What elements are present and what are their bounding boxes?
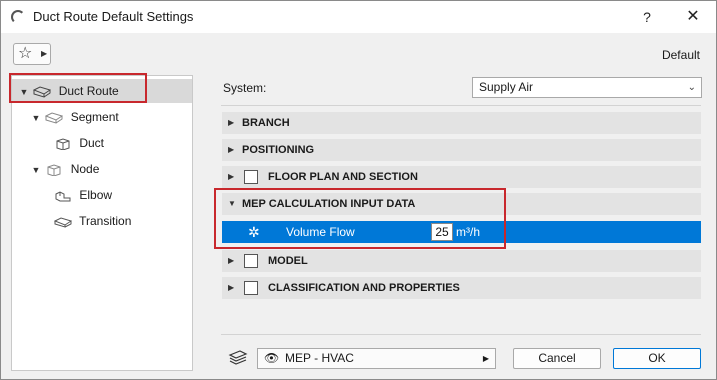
default-label: Default (661, 48, 700, 62)
divider (221, 105, 701, 106)
close-button[interactable]: ✕ (681, 6, 705, 28)
section-label: MEP CALCULATION INPUT DATA (242, 198, 416, 210)
param-label: Volume Flow (286, 225, 355, 239)
arrow-right-icon: ▶ (482, 354, 489, 363)
transition-icon (54, 217, 72, 228)
star-icon: ☆ (18, 45, 33, 62)
layers-icon (228, 350, 248, 365)
section-label: POSITIONING (242, 144, 315, 156)
volume-flow-input[interactable]: 25 (431, 223, 453, 241)
favorites-button[interactable]: ☆ ▶ (13, 43, 51, 65)
section-label: MODEL (268, 255, 308, 267)
triangle-down-icon: ▼ (228, 199, 236, 208)
section-model[interactable]: ▶ MODEL (222, 250, 701, 272)
section-classification[interactable]: ▶ CLASSIFICATION AND PROPERTIES (222, 277, 701, 299)
triangle-right-icon: ▶ (228, 283, 235, 292)
title-bar: Duct Route Default Settings ? ✕ (1, 1, 716, 33)
triangle-right-icon: ▶ (228, 172, 235, 181)
tree-item-duct[interactable]: Duct (54, 131, 104, 155)
chevron-down-icon: ▼ (31, 113, 41, 123)
dialog-window: Duct Route Default Settings ? ✕ ☆ ▶ Defa… (0, 0, 717, 380)
triangle-right-icon: ▶ (228, 145, 235, 154)
segment-icon (45, 112, 64, 124)
section-mep-calculation[interactable]: ▼ MEP CALCULATION INPUT DATA (222, 193, 701, 215)
classification-icon (244, 281, 258, 295)
tree-item-label: Transition (79, 214, 132, 228)
system-label: System: (223, 81, 267, 95)
section-label: CLASSIFICATION AND PROPERTIES (268, 282, 460, 294)
help-button[interactable]: ? (637, 7, 657, 27)
eye-icon: 👁 (264, 351, 280, 365)
triangle-right-icon: ▶ (228, 256, 235, 265)
layer-combination-label: MEP - HVAC (285, 351, 354, 365)
cancel-button[interactable]: Cancel (513, 348, 601, 369)
tree-item-elbow[interactable]: Elbow (54, 183, 112, 207)
divider (221, 334, 701, 335)
tree-item-label: Duct (79, 136, 105, 150)
elbow-icon (55, 191, 71, 202)
tree-item-segment[interactable]: ▼ Segment (30, 105, 119, 129)
app-icon (11, 10, 25, 24)
system-value: Supply Air (479, 80, 534, 94)
section-label: BRANCH (242, 117, 290, 129)
param-row-volume-flow[interactable]: ✲ Volume Flow 25 m³/h (222, 221, 701, 243)
arrow-right-icon: ▶ (41, 49, 48, 58)
tree-item-transition[interactable]: Transition (54, 209, 131, 233)
node-icon (47, 164, 61, 176)
window-title: Duct Route Default Settings (33, 9, 194, 24)
tree-item-label: Elbow (79, 188, 113, 202)
ok-button[interactable]: OK (613, 348, 701, 369)
settings-tree: ▼ Duct Route ▼ Segment Duct ▼ Node Elbow… (11, 75, 193, 371)
section-branch[interactable]: ▶ BRANCH (222, 112, 701, 134)
section-positioning[interactable]: ▶ POSITIONING (222, 139, 701, 161)
floor-plan-icon (244, 170, 258, 184)
tree-item-node[interactable]: ▼ Node (30, 157, 100, 181)
chevron-down-icon: ▼ (31, 165, 41, 175)
fan-icon: ✲ (248, 224, 260, 240)
section-floor-plan[interactable]: ▶ FLOOR PLAN AND SECTION (222, 166, 701, 188)
tree-item-label: Segment (70, 110, 119, 124)
chevron-down-icon: ⌄ (687, 82, 696, 93)
chevron-down-icon: ▼ (19, 87, 29, 97)
duct-route-icon (33, 86, 52, 98)
duct-icon (56, 138, 70, 150)
triangle-right-icon: ▶ (228, 118, 235, 127)
system-select[interactable]: Supply Air ⌄ (472, 77, 702, 98)
tree-item-label: Node (70, 162, 100, 176)
param-unit: m³/h (456, 225, 480, 239)
layer-combination-select[interactable]: 👁 MEP - HVAC ▶ (257, 348, 496, 369)
model-icon (244, 254, 258, 268)
tree-item-duct-route[interactable]: ▼ Duct Route (12, 79, 192, 103)
section-label: FLOOR PLAN AND SECTION (268, 171, 418, 183)
tree-item-label: Duct Route (58, 84, 119, 98)
